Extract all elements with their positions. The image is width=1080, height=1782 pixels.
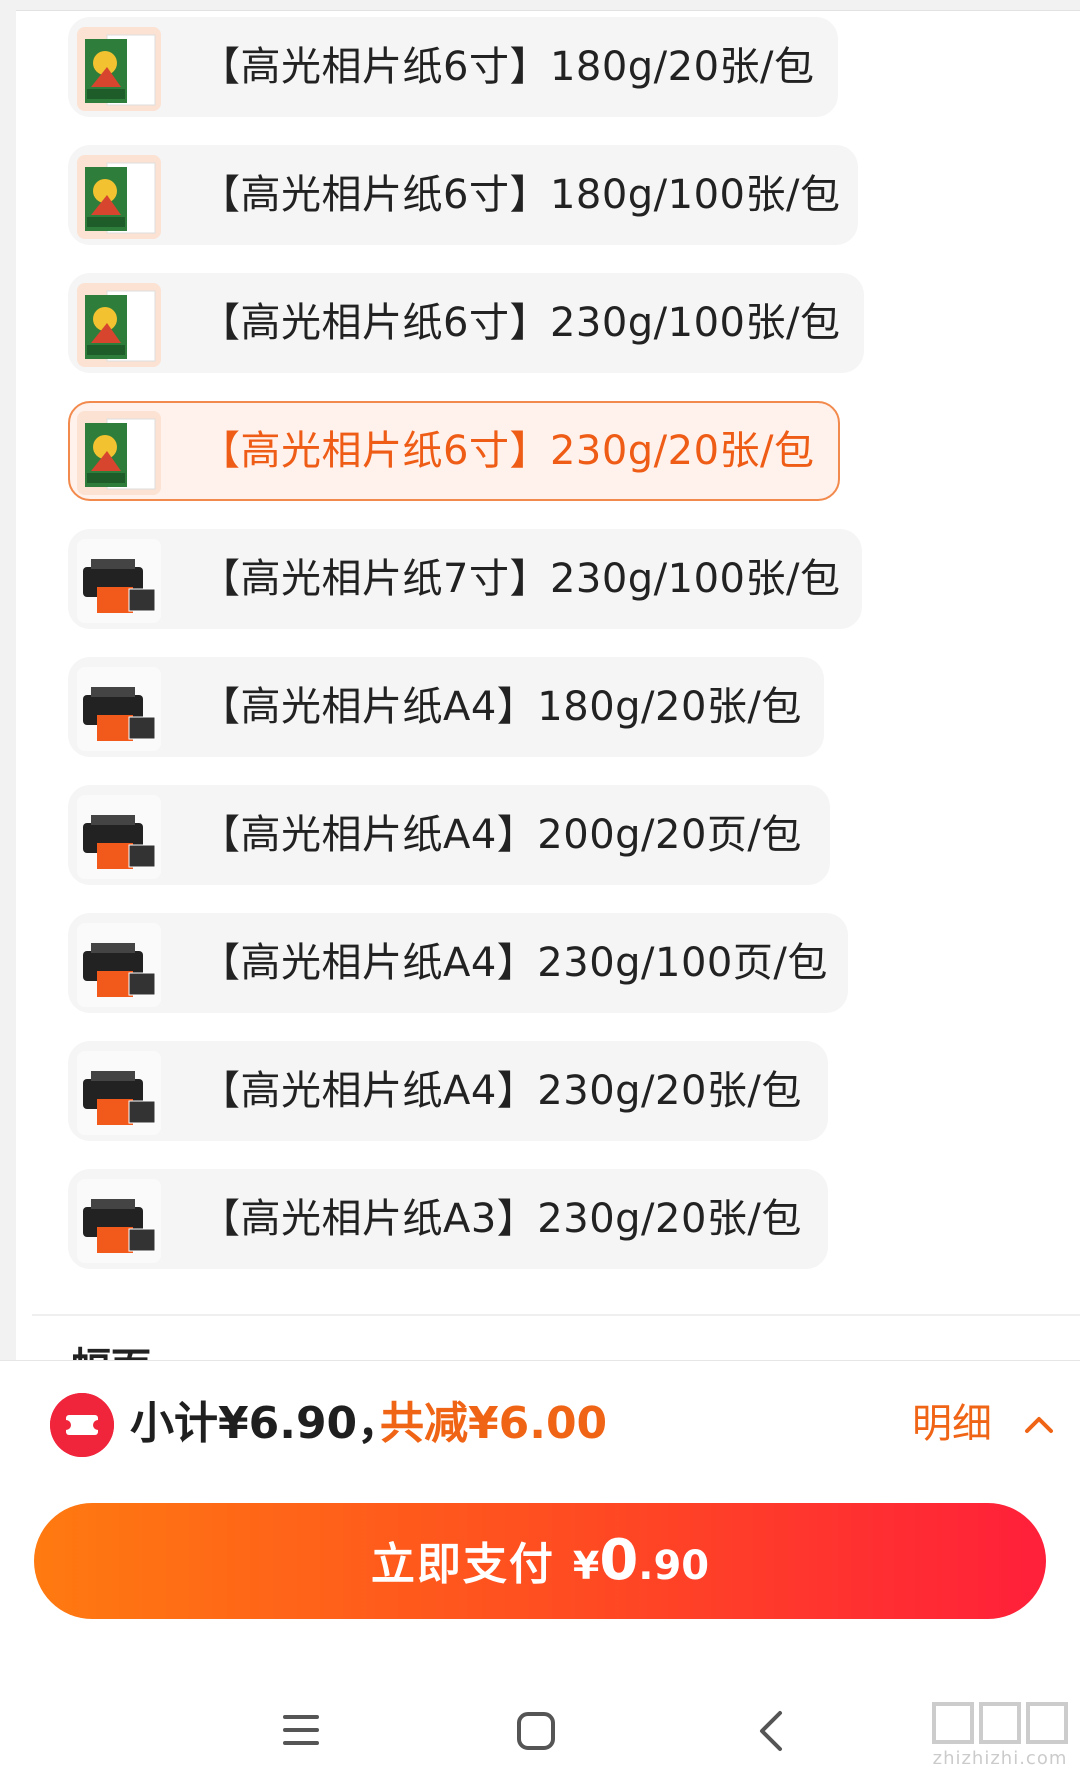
option-item[interactable]: 【高光相片纸6寸】180g/100张/包 <box>68 145 858 245</box>
home-icon[interactable] <box>516 1711 556 1751</box>
chevron-up-icon <box>1025 1417 1053 1433</box>
option-label: 【高光相片纸6寸】180g/20张/包 <box>200 44 815 90</box>
back-icon[interactable] <box>756 1709 784 1753</box>
option-item[interactable]: 【高光相片纸A4】230g/100页/包 <box>68 913 848 1013</box>
menu-icon[interactable] <box>283 1713 319 1747</box>
pay-amount-integer: 0 <box>599 1528 639 1593</box>
option-label: 【高光相片纸6寸】230g/20张/包 <box>200 428 815 474</box>
printer-thumbnail <box>77 1179 161 1263</box>
option-item[interactable]: 【高光相片纸A3】230g/20张/包 <box>68 1169 828 1269</box>
option-label: 【高光相片纸6寸】180g/100张/包 <box>200 172 841 218</box>
printer-thumbnail <box>77 1051 161 1135</box>
coupon-icon <box>50 1393 114 1457</box>
site-watermark: zhizhizhi.com <box>930 1700 1070 1770</box>
option-label: 【高光相片纸A4】180g/20张/包 <box>200 684 802 730</box>
system-nav-bar <box>0 1661 1080 1782</box>
option-label: 【高光相片纸A4】200g/20页/包 <box>200 812 802 858</box>
option-item[interactable]: 【高光相片纸6寸】230g/100张/包 <box>68 273 864 373</box>
printer-thumbnail <box>77 795 161 879</box>
checkout-footer: 小计¥6.90， 共减¥6.00 明细 立即支付 ¥0.90 <box>0 1360 1080 1782</box>
pay-now-button[interactable]: 立即支付 ¥0.90 <box>34 1503 1046 1619</box>
detail-button[interactable]: 明细 <box>912 1389 1053 1459</box>
pay-button-label: 立即支付 <box>370 1539 555 1590</box>
sku-panel: 【高光相片纸6寸】180g/20张/包 【高光相片纸6寸】180g/100张/包… <box>16 10 1080 1369</box>
photo-paper-thumbnail <box>77 283 161 367</box>
option-label: 【高光相片纸A4】230g/20张/包 <box>200 1068 802 1114</box>
pay-currency: ¥ <box>572 1544 600 1588</box>
watermark-logo-icon <box>932 1702 1068 1744</box>
detail-label: 明细 <box>912 1401 992 1447</box>
printer-thumbnail <box>77 539 161 623</box>
option-item[interactable]: 【高光相片纸7寸】230g/100张/包 <box>68 529 862 629</box>
option-label: 【高光相片纸A3】230g/20张/包 <box>200 1196 802 1242</box>
printer-thumbnail <box>77 667 161 751</box>
watermark-text: zhizhizhi.com <box>932 1748 1068 1769</box>
subtotal-text: 小计¥6.90， <box>130 1398 402 1449</box>
printer-thumbnail <box>77 923 161 1007</box>
option-label: 【高光相片纸A4】230g/100页/包 <box>200 940 828 986</box>
option-item[interactable]: 【高光相片纸A4】180g/20张/包 <box>68 657 824 757</box>
option-item-selected[interactable]: 【高光相片纸6寸】230g/20张/包 <box>68 401 840 501</box>
discount-text: 共减¥6.00 <box>380 1398 608 1449</box>
option-label: 【高光相片纸6寸】230g/100张/包 <box>200 300 841 346</box>
section-divider <box>32 1314 1080 1316</box>
option-item[interactable]: 【高光相片纸6寸】180g/20张/包 <box>68 17 838 117</box>
option-label: 【高光相片纸7寸】230g/100张/包 <box>200 556 841 602</box>
photo-paper-thumbnail <box>77 155 161 239</box>
photo-paper-thumbnail <box>77 411 161 495</box>
photo-paper-thumbnail <box>77 27 161 111</box>
pay-amount-decimal: .90 <box>638 1543 710 1589</box>
option-item[interactable]: 【高光相片纸A4】200g/20页/包 <box>68 785 830 885</box>
option-item[interactable]: 【高光相片纸A4】230g/20张/包 <box>68 1041 828 1141</box>
